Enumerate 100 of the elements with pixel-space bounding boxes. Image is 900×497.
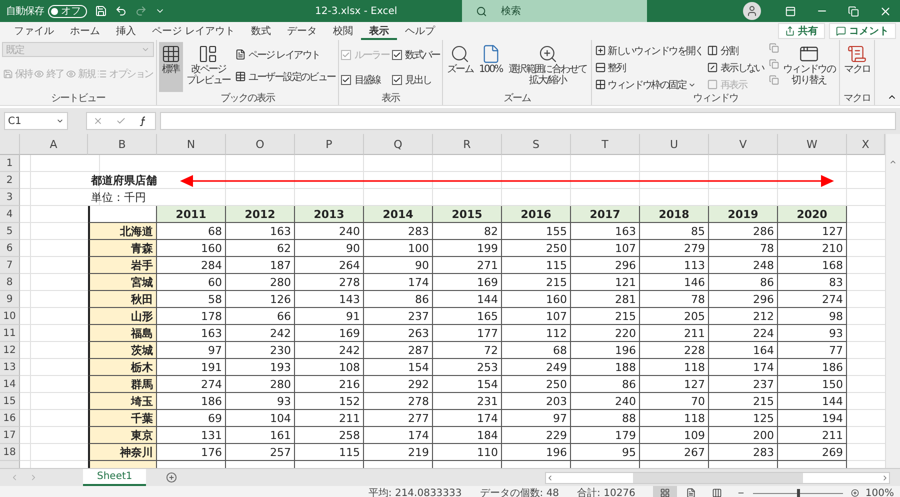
column-header[interactable]: R [433, 134, 502, 155]
row-header[interactable]: 14 [0, 376, 20, 393]
show-checkbox[interactable]: 見出し [392, 72, 440, 88]
row-header[interactable]: 7 [0, 257, 20, 274]
prefecture-name: 栃木 [88, 359, 157, 376]
user-avatar[interactable] [743, 2, 761, 20]
table-cell: 203 [502, 393, 571, 410]
sheet-tab[interactable]: Sheet1 [83, 469, 146, 486]
show-checkbox[interactable]: 目盛線 [341, 72, 390, 88]
table-cell: 164 [709, 342, 778, 359]
view-button[interactable]: 標準 [158, 42, 183, 92]
view-button[interactable]: 改ページ プレビュー [184, 42, 232, 92]
window-button[interactable]: ウィンドウ枠の固定 [594, 77, 704, 92]
column-header[interactable]: N [157, 134, 226, 155]
search-field[interactable]: 検索 [462, 0, 648, 22]
column-header[interactable]: S [502, 134, 571, 155]
table-cell: 66 [226, 308, 295, 325]
ribbon-display-icon[interactable] [785, 6, 796, 16]
row-header[interactable]: 9 [0, 291, 20, 308]
zoom-in-icon[interactable] [851, 489, 860, 497]
next-sheet-icon[interactable] [29, 473, 38, 482]
zoom-slider[interactable] [797, 488, 800, 497]
close-icon[interactable] [879, 4, 892, 18]
menu-tab[interactable]: ヘルプ [397, 24, 444, 40]
row-header[interactable]: 8 [0, 274, 20, 291]
row-header[interactable]: 15 [0, 393, 20, 410]
switch-window-button[interactable]: ウィンドウの 切り替え [780, 42, 838, 92]
table-icon [235, 71, 246, 82]
table-cell: 283 [364, 223, 433, 240]
zoom-button[interactable]: ズーム [444, 42, 475, 92]
menu-tab[interactable]: 挿入 [108, 24, 144, 40]
row-header[interactable]: 17 [0, 427, 20, 444]
share-button[interactable]: 共有 [778, 23, 825, 39]
row-header[interactable]: 18 [0, 444, 20, 461]
redo-icon[interactable] [135, 5, 147, 17]
column-header[interactable]: T [571, 134, 640, 155]
enter-icon[interactable] [116, 116, 126, 126]
row-header[interactable]: 6 [0, 240, 20, 257]
row-header[interactable]: 16 [0, 410, 20, 427]
table-cell: 78 [709, 240, 778, 257]
horizontal-scrollbar[interactable] [545, 472, 890, 484]
menu-tab[interactable]: ホーム [62, 24, 108, 40]
view-mode-button[interactable] [653, 486, 678, 497]
column-header[interactable]: P [295, 134, 364, 155]
row-header[interactable]: 13 [0, 359, 20, 376]
undo-icon[interactable] [115, 5, 127, 17]
select-all-corner[interactable] [0, 134, 20, 155]
table-cell: 215 [571, 308, 640, 325]
zoom-button[interactable]: 選択範囲に合わせて 拡大/縮小 [506, 42, 589, 92]
row-header[interactable]: 2 [0, 172, 20, 189]
name-box[interactable]: C1 [4, 112, 68, 130]
table-cell: 161 [226, 427, 295, 444]
cancel-icon[interactable] [93, 116, 104, 126]
window-button[interactable]: 整列 [594, 60, 704, 75]
scroll-thumb[interactable] [632, 472, 802, 482]
prev-sheet-icon[interactable] [10, 473, 19, 482]
column-header[interactable]: W [778, 134, 847, 155]
row-header[interactable]: 10 [0, 308, 20, 325]
add-sheet-icon[interactable] [166, 472, 178, 483]
column-header[interactable]: O [226, 134, 295, 155]
show-checkbox[interactable]: 数式バー [392, 47, 440, 62]
row-header[interactable]: 3 [0, 189, 20, 206]
row-header[interactable]: 1 [0, 155, 20, 172]
column-header[interactable]: Q [364, 134, 433, 155]
column-header[interactable]: V [709, 134, 778, 155]
scroll-left-icon[interactable] [546, 474, 554, 482]
column-header[interactable]: X [847, 134, 885, 155]
spreadsheet-grid[interactable] [0, 134, 885, 468]
view-button[interactable]: ユーザー設定のビュー [234, 69, 336, 84]
column-header[interactable]: A [20, 134, 88, 155]
restore-icon[interactable] [848, 6, 859, 16]
window-button[interactable]: 新しいウィンドウを開く [594, 43, 704, 58]
autosave-toggle[interactable]: オフ [48, 4, 87, 18]
formula-input[interactable] [160, 112, 896, 130]
macro-button[interactable]: マクロ [842, 42, 872, 92]
reset-position-icon[interactable] [768, 75, 779, 85]
zoom-button[interactable]: 100% [477, 42, 504, 92]
side-by-side-icon[interactable] [768, 43, 779, 53]
window-button[interactable]: 分割 [706, 43, 765, 58]
menu-tab[interactable]: 数式 [243, 24, 280, 40]
window-button[interactable]: 表示しない [706, 60, 765, 75]
scroll-up-icon[interactable] [889, 158, 897, 166]
save-icon[interactable] [95, 5, 107, 17]
row-header[interactable]: 11 [0, 325, 20, 342]
menu-tab[interactable]: データ [279, 24, 326, 40]
comment-button[interactable]: コメント [829, 23, 896, 39]
menu-tab[interactable]: 校閲 [325, 24, 362, 40]
sync-scroll-icon[interactable] [768, 59, 779, 69]
view-button[interactable]: ページ レイアウト [234, 47, 336, 62]
menu-tab[interactable]: ファイル [6, 24, 62, 40]
menu-tab[interactable]: ページ レイアウト [144, 24, 244, 40]
column-header[interactable]: U [640, 134, 709, 155]
prefecture-name: 東京 [88, 427, 157, 444]
row-header[interactable]: 12 [0, 342, 20, 359]
table-cell: 249 [502, 359, 571, 376]
column-header[interactable]: B [88, 134, 157, 155]
scroll-right-icon[interactable] [881, 474, 889, 482]
row-header[interactable]: 5 [0, 223, 20, 240]
row-header[interactable]: 4 [0, 206, 20, 223]
vertical-scrollbar[interactable] [885, 134, 900, 468]
